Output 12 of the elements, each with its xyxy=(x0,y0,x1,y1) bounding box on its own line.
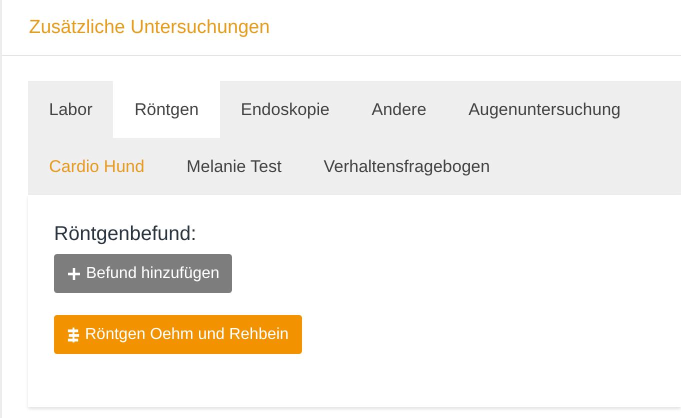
tab[interactable]: Endoskopie xyxy=(220,81,351,138)
section-title: Zusätzliche Untersuchungen xyxy=(29,16,270,38)
tab[interactable]: Verhaltensfragebogen xyxy=(302,138,511,195)
tab[interactable]: Augenuntersuchung xyxy=(447,81,642,138)
plus-icon xyxy=(67,266,81,280)
tab[interactable]: Labor xyxy=(28,81,114,138)
signpost-icon xyxy=(67,326,80,342)
tab[interactable]: Röntgen xyxy=(113,81,220,138)
panel-heading: Röntgenbefund: xyxy=(54,223,196,246)
add-finding-button[interactable]: Befund hinzufügen xyxy=(54,254,232,293)
tab[interactable]: Melanie Test xyxy=(165,138,303,195)
tab[interactable]: Andere xyxy=(350,81,448,138)
